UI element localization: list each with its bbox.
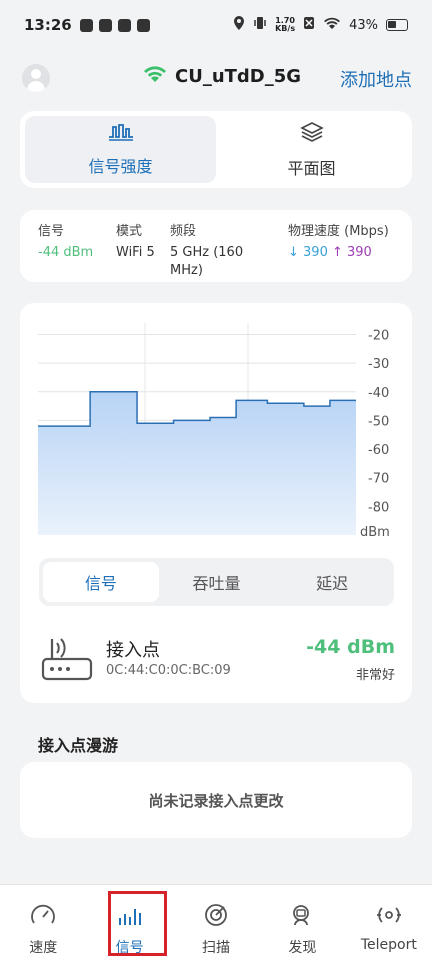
notification-icons [79, 18, 150, 32]
battery-icon [386, 19, 408, 31]
signal-chart-card: -20 -30 -40 -50 -60 -70 -80 dBm 信号 吞吐量 延迟 接入点 0… [20, 303, 412, 703]
roaming-title: 接入点漫游 [38, 736, 119, 755]
phy-up-value: ↑ 390 [331, 245, 372, 260]
wifi-network: CU_uTdD_5G [143, 65, 301, 88]
wifi-status-icon [323, 16, 341, 34]
radar-icon [203, 903, 229, 931]
y-tick-label: -40 [368, 386, 389, 401]
y-tick-label: -60 [368, 443, 389, 458]
nav-teleport[interactable]: Teleport [346, 885, 432, 964]
app-notification-icon [79, 18, 93, 32]
access-point-title: 接入点 [106, 640, 160, 661]
y-tick-label: -50 [368, 414, 389, 429]
teleport-icon [376, 903, 402, 931]
access-point-row[interactable]: 接入点 0C:44:C0:0C:BC:09 -44 dBm 非常好 [40, 633, 395, 685]
mode-value: WiFi 5 [116, 245, 155, 260]
network-ssid: CU_uTdD_5G [175, 66, 302, 87]
nav-signal-highlight [108, 891, 167, 956]
nav-scan-label: 扫描 [202, 940, 231, 956]
status-time: 13:26 [24, 16, 72, 34]
nav-scan[interactable]: 扫描 [173, 885, 259, 964]
nav-teleport-label: Teleport [360, 937, 417, 953]
header: CU_uTdD_5G 添加地点 [0, 60, 432, 96]
y-axis-unit: dBm [360, 525, 390, 540]
tab-signal-strength[interactable]: 信号强度 [25, 116, 216, 183]
roaming-card: 尚未记录接入点更改 [20, 762, 412, 838]
access-point-mac: 0C:44:C0:0C:BC:09 [106, 663, 231, 678]
band-info: 频段 5 GHz (160 MHz) [170, 224, 244, 278]
y-tick-label: -20 [368, 328, 389, 343]
signal-chart: -20 -30 -40 -50 -60 -70 -80 dBm [38, 323, 390, 540]
discover-icon [289, 903, 315, 931]
signal-wave-icon [108, 123, 134, 145]
router-icon [40, 633, 94, 689]
store-notification-icon [117, 18, 131, 32]
phy-speed-info: 物理速度 (Mbps) ↓ 390 ↑ 390 [288, 224, 389, 260]
y-tick-label: -70 [368, 472, 389, 487]
signal-value: -44 dBm [38, 245, 94, 260]
signal-info: 信号 -44 dBm [38, 224, 94, 260]
sim-off-icon [303, 16, 315, 34]
tab-signal-strength-label: 信号强度 [88, 156, 153, 176]
tab-latency[interactable]: 延迟 [274, 562, 390, 602]
tab-throughput[interactable]: 吞吐量 [159, 562, 275, 602]
add-point-button[interactable]: 添加地点 [340, 66, 412, 92]
view-tabs-card: 信号强度 平面图 [20, 111, 412, 188]
connection-info-card: 信号 -44 dBm 模式 WiFi 5 频段 5 GHz (160 MHz) … [20, 210, 412, 282]
access-point-quality: 非常好 [355, 668, 395, 683]
tab-signal[interactable]: 信号 [43, 562, 159, 602]
tab-floor-plan[interactable]: 平面图 [216, 116, 407, 183]
wifi-icon [143, 65, 167, 88]
nav-discover[interactable]: 发现 [259, 885, 345, 964]
bottom-nav: 速度 信号 扫描 发现 Teleport [0, 884, 432, 964]
access-point-dbm: -44 dBm [306, 636, 395, 658]
net-speed: 1.70 KB/s [275, 16, 296, 33]
phy-down-value: ↓ 390 [288, 245, 328, 260]
nav-discover-label: 发现 [288, 940, 317, 956]
metric-tabs: 信号 吞吐量 延迟 [39, 558, 394, 606]
status-bar: 13:26 1.70 KB/s 43% [0, 0, 432, 50]
nav-speed[interactable]: 速度 [0, 885, 86, 964]
mail-notification-icon [98, 18, 112, 32]
location-icon [233, 16, 245, 34]
y-tick-label: -30 [368, 357, 389, 372]
battery-percent: 43% [349, 17, 378, 33]
avatar[interactable] [22, 64, 50, 92]
link-notification-icon [136, 18, 150, 32]
layers-icon [299, 121, 324, 147]
signal-area [38, 391, 356, 535]
band-value-line2: MHz) [170, 263, 203, 278]
mode-info: 模式 WiFi 5 [116, 224, 155, 260]
speedometer-icon [30, 903, 56, 931]
tab-floor-plan-label: 平面图 [287, 158, 336, 178]
nav-speed-label: 速度 [29, 940, 58, 956]
vibrate-icon [253, 16, 267, 34]
band-value-line1: 5 GHz (160 [170, 245, 244, 260]
y-tick-label: -80 [368, 500, 389, 515]
roaming-empty-text: 尚未记录接入点更改 [148, 791, 284, 810]
